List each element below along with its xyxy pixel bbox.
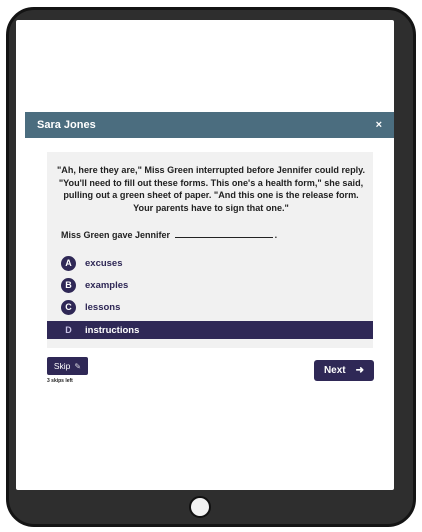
passage-line: "Ah, here they are," Miss Green interrup… bbox=[56, 165, 366, 175]
option-d[interactable]: D instructions bbox=[47, 321, 373, 339]
option-letter-badge: C bbox=[61, 299, 76, 315]
option-letter-badge: A bbox=[61, 255, 76, 271]
pencil-icon: ✎ bbox=[74, 361, 82, 371]
option-label: instructions bbox=[85, 324, 140, 336]
skip-button[interactable]: Skip ✎ bbox=[47, 357, 88, 375]
answer-blank bbox=[174, 237, 273, 238]
passage-line: pulling out a green sheet of paper. "And… bbox=[63, 190, 359, 200]
question-card: "Ah, here they are," Miss Green interrup… bbox=[47, 152, 373, 348]
student-name: Sara Jones bbox=[37, 119, 96, 131]
skip-label: Skip bbox=[53, 361, 71, 371]
next-label: Next bbox=[323, 365, 346, 376]
passage-line: "You'll need to fill out these forms. Th… bbox=[58, 177, 364, 188]
option-a[interactable]: A excuses bbox=[47, 254, 373, 272]
passage-line: Your parents have to sign that one." bbox=[133, 202, 289, 213]
prompt-text: Miss Green gave Jennifer bbox=[61, 230, 171, 240]
passage: "Ah, here they are," Miss Green interrup… bbox=[55, 164, 367, 214]
option-label: lessons bbox=[85, 301, 121, 313]
option-c[interactable]: C lessons bbox=[47, 298, 373, 316]
arrow-right-icon: ➜ bbox=[355, 365, 365, 376]
question-prompt: Miss Green gave Jennifer . bbox=[61, 230, 277, 240]
skips-remaining: 3 skips left bbox=[47, 378, 73, 384]
next-button[interactable]: Next ➜ bbox=[314, 360, 374, 381]
option-label: examples bbox=[85, 279, 129, 291]
option-label: excuses bbox=[85, 257, 123, 269]
option-b[interactable]: B examples bbox=[47, 276, 373, 294]
option-letter-badge: B bbox=[61, 277, 76, 293]
tablet-screen: Sara Jones × "Ah, here they are," Miss G… bbox=[16, 20, 394, 490]
modal-header: Sara Jones × bbox=[25, 112, 394, 138]
option-letter-badge: D bbox=[65, 325, 72, 335]
prompt-period: . bbox=[274, 230, 278, 240]
close-icon[interactable]: × bbox=[376, 119, 382, 131]
home-button[interactable] bbox=[189, 496, 211, 518]
